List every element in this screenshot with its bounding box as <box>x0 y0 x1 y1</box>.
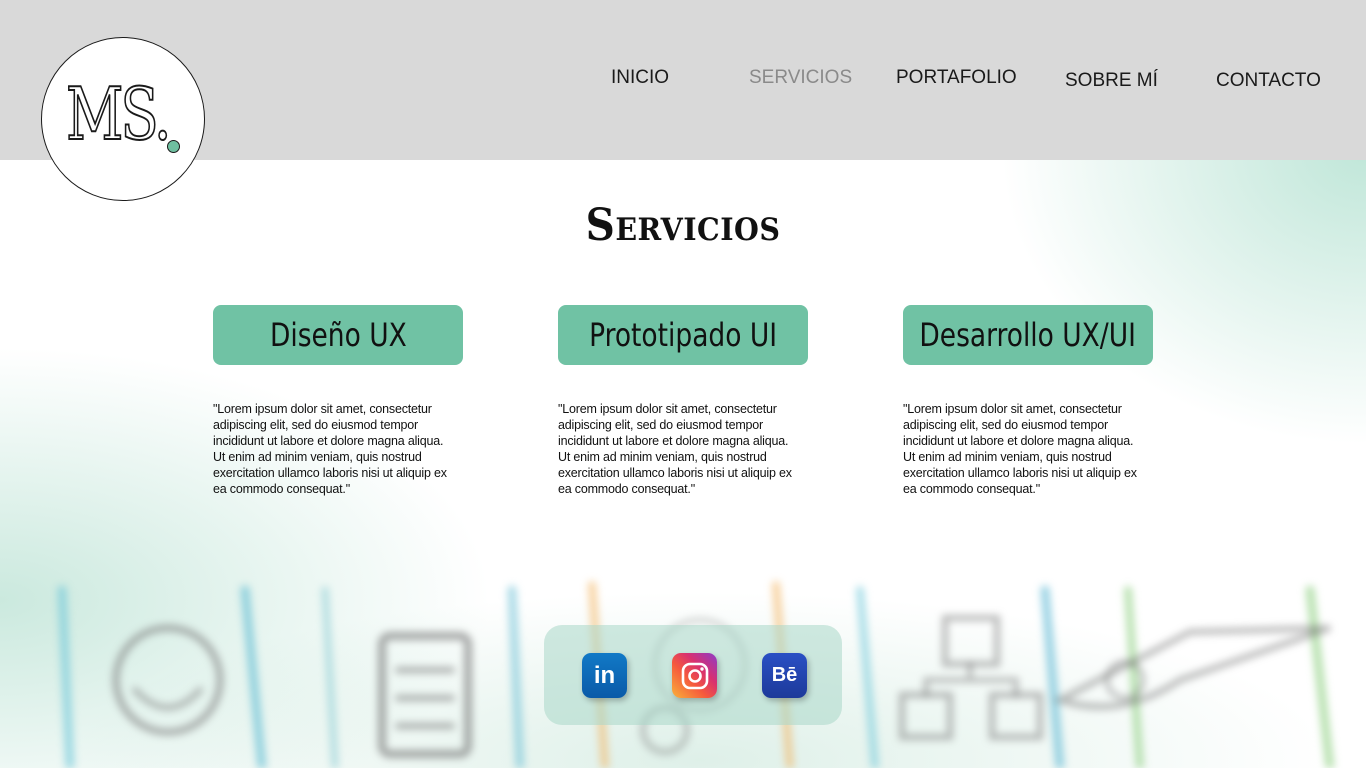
service-button-label: Prototipado UI <box>589 316 777 354</box>
service-description-desarrollo-ux-ui: "Lorem ipsum dolor sit amet, consectetur… <box>903 402 1137 496</box>
nav-item-sobre-mi[interactable]: SOBRE MÍ <box>1065 70 1158 92</box>
linkedin-icon[interactable]: in <box>582 653 627 698</box>
service-button-prototipado-ui[interactable]: Prototipado UI <box>558 305 808 365</box>
logo[interactable]: MS. <box>41 37 205 201</box>
page-title: Servicios <box>585 200 781 251</box>
logo-text: MS. <box>65 72 172 156</box>
behance-glyph: Bē <box>771 664 798 686</box>
service-button-label: Desarrollo UX/UI <box>919 316 1137 354</box>
service-button-desarrollo-ux-ui[interactable]: Desarrollo UX/UI <box>903 305 1153 365</box>
logo-dot <box>167 140 180 153</box>
linkedin-glyph: in <box>593 661 616 689</box>
nav-item-inicio[interactable]: INICIO <box>611 67 669 89</box>
nav-item-servicios[interactable]: SERVICIOS <box>749 67 852 89</box>
nav-item-portafolio[interactable]: PORTAFOLIO <box>896 67 1017 89</box>
instagram-icon[interactable] <box>672 653 717 698</box>
nav-item-contacto[interactable]: CONTACTO <box>1216 70 1321 92</box>
top-header: INICIO SERVICIOS PORTAFOLIO SOBRE MÍ CON… <box>0 0 1366 160</box>
behance-icon[interactable]: Bē <box>762 653 807 698</box>
service-button-label: Diseño UX <box>269 316 407 354</box>
instagram-glyph <box>681 662 708 689</box>
service-description-prototipado-ui: "Lorem ipsum dolor sit amet, consectetur… <box>558 402 792 496</box>
service-description-diseno-ux: "Lorem ipsum dolor sit amet, consectetur… <box>213 402 447 496</box>
service-button-diseno-ux[interactable]: Diseño UX <box>213 305 463 365</box>
